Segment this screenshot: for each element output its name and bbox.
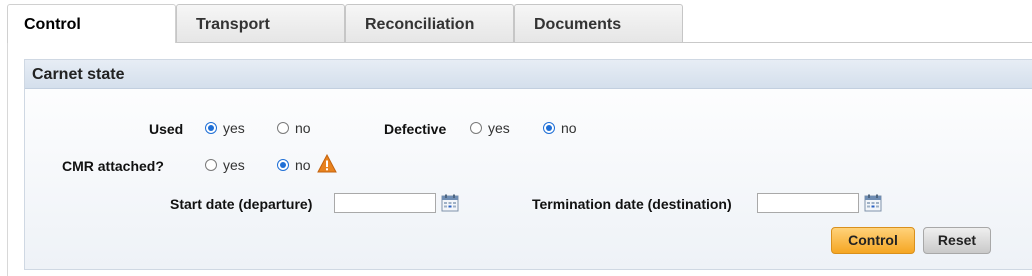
calendar-icon[interactable] [864, 194, 882, 212]
cmr-yes-option[interactable]: yes [205, 157, 245, 173]
cmr-no-option[interactable]: no [277, 157, 311, 173]
cmr-no-label: no [295, 157, 311, 173]
start-date-label: Start date (departure) [170, 196, 313, 212]
tab-bar: Control Transport Reconciliation Documen… [0, 0, 1032, 44]
warning-triangle-icon [317, 154, 337, 173]
defective-no-option[interactable]: no [543, 120, 577, 136]
carnet-state-section: Carnet state Used yes no Defective yes n… [24, 59, 1032, 270]
calendar-icon[interactable] [441, 194, 459, 212]
used-no-option[interactable]: no [277, 120, 311, 136]
used-label: Used [149, 121, 184, 137]
tab-panel: Carnet state Used yes no Defective yes n… [7, 43, 1032, 276]
cmr-yes-label: yes [223, 157, 245, 173]
termination-date-input[interactable] [757, 193, 859, 213]
tab-reconciliation[interactable]: Reconciliation [345, 4, 514, 42]
defective-no-label: no [561, 120, 577, 136]
tab-transport[interactable]: Transport [176, 4, 345, 42]
reset-button[interactable]: Reset [923, 227, 991, 254]
used-no-radio[interactable] [277, 122, 289, 134]
used-yes-radio[interactable] [205, 122, 217, 134]
tab-control[interactable]: Control [7, 4, 176, 44]
cmr-yes-radio[interactable] [205, 159, 217, 171]
start-date-input[interactable] [334, 193, 436, 213]
termination-date-label: Termination date (destination) [532, 196, 732, 212]
cmr-no-radio[interactable] [277, 159, 289, 171]
defective-yes-label: yes [488, 120, 510, 136]
defective-no-radio[interactable] [543, 122, 555, 134]
used-no-label: no [295, 120, 311, 136]
control-button[interactable]: Control [831, 227, 915, 254]
used-yes-option[interactable]: yes [205, 120, 245, 136]
tab-documents[interactable]: Documents [514, 4, 683, 42]
cmr-attached-label: CMR attached? [62, 158, 164, 174]
defective-yes-option[interactable]: yes [470, 120, 510, 136]
defective-yes-radio[interactable] [470, 122, 482, 134]
defective-label: Defective [384, 121, 447, 137]
section-title: Carnet state [25, 60, 1032, 89]
used-yes-label: yes [223, 120, 245, 136]
